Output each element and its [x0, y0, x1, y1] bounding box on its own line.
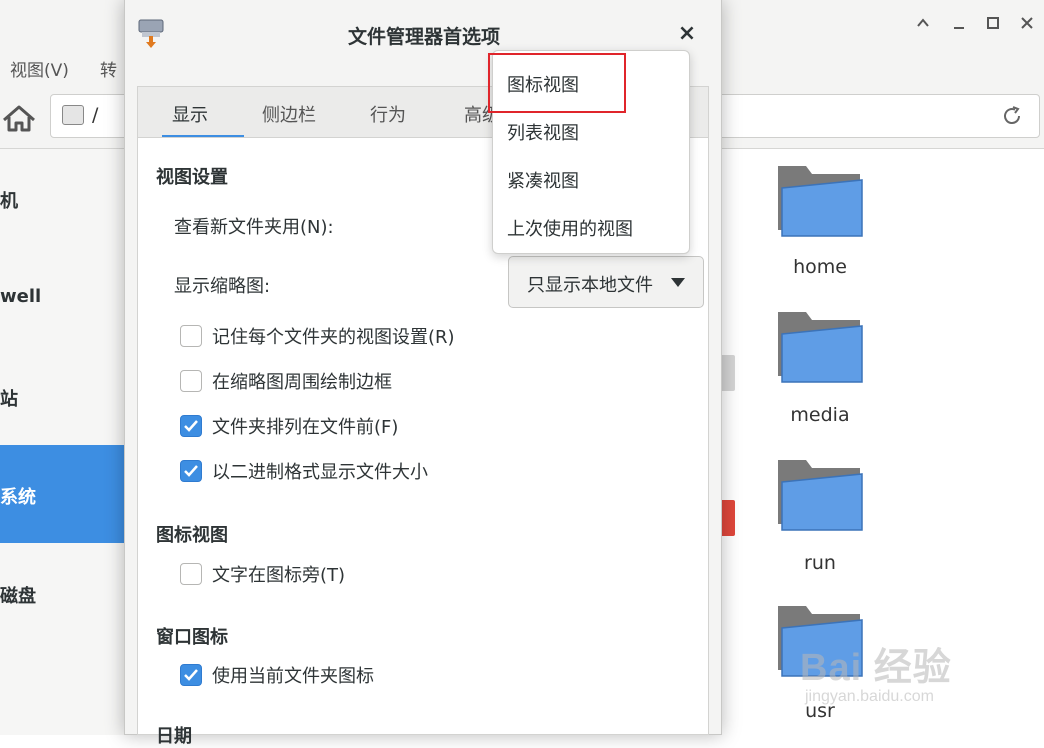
folder-item[interactable]: home — [776, 160, 866, 278]
thumbnail-dropdown[interactable]: 只显示本地文件 — [508, 256, 704, 308]
tab-sidebar[interactable]: 侧边栏 — [262, 101, 316, 127]
sidebar-item-label: 站 — [0, 389, 18, 410]
folder-label: run — [804, 552, 836, 574]
drive-icon — [62, 105, 84, 125]
sidebar-item-desktop[interactable]: 站 — [0, 347, 124, 445]
sidebar-item-user[interactable]: well — [0, 248, 124, 346]
section-date: 日期 — [156, 726, 192, 747]
tab-behavior[interactable]: 行为 — [370, 101, 406, 127]
sidebar-item-label: 磁盘 — [0, 586, 36, 607]
section-window-icon: 窗口图标 — [156, 627, 228, 648]
location-path: / — [92, 104, 99, 126]
sidebar-item-label: well — [0, 286, 42, 307]
restore-up-icon[interactable] — [908, 8, 938, 38]
checkbox-label: 在缩略图周围绘制边框 — [212, 372, 392, 393]
new-folder-view-label: 查看新文件夹用(N): — [174, 217, 334, 238]
home-icon[interactable] — [0, 96, 38, 140]
dialog-close-icon[interactable]: × — [673, 20, 701, 48]
folder-icon — [778, 460, 863, 531]
checkmark-icon — [184, 669, 198, 681]
menu-view[interactable]: 视图(V) — [10, 56, 69, 81]
annotation-highlight-box — [488, 53, 626, 113]
folder-icon — [778, 312, 863, 383]
watermark-text: Bai 经验 — [800, 647, 952, 689]
close-icon[interactable] — [1012, 8, 1042, 38]
thumbnail-label: 显示缩略图: — [174, 276, 271, 297]
folder-label: home — [793, 256, 847, 278]
refresh-icon[interactable] — [1000, 104, 1024, 128]
minimize-icon[interactable] — [944, 8, 974, 38]
checkbox-label: 记住每个文件夹的视图设置(R) — [212, 327, 455, 348]
checkbox[interactable] — [180, 563, 202, 585]
thumbnail-dropdown-value: 只显示本地文件 — [527, 275, 653, 296]
dialog-title: 文件管理器首选项 — [347, 26, 500, 48]
checkbox-label: 文字在图标旁(T) — [212, 565, 346, 586]
checkbox-label: 文件夹排列在文件前(F) — [212, 417, 399, 438]
tab-display[interactable]: 显示 — [172, 101, 208, 127]
section-icon-view: 图标视图 — [156, 525, 228, 546]
sidebar-item-label: 系统 — [0, 487, 36, 508]
dropdown-arrow-icon — [671, 278, 685, 287]
checkmark-icon — [184, 420, 198, 432]
popup-item-last-used-view[interactable]: 上次使用的视图 — [507, 215, 633, 241]
checkbox-checked[interactable] — [180, 664, 202, 686]
checkbox-checked[interactable] — [180, 460, 202, 482]
checkbox-checked[interactable] — [180, 415, 202, 437]
checkbox-label: 以二进制格式显示文件大小 — [212, 462, 428, 483]
checkbox[interactable] — [180, 325, 202, 347]
popup-item-list-view[interactable]: 列表视图 — [507, 119, 579, 145]
sidebar-item-filesystem[interactable]: 系统 — [0, 445, 124, 543]
menu-go[interactable]: 转 — [100, 56, 117, 81]
folder-item[interactable]: run — [776, 454, 866, 574]
section-view-settings: 视图设置 — [156, 167, 228, 188]
sidebar: 机 well 站 系统 磁盘 — [0, 149, 124, 735]
sidebar-item-disk[interactable]: 磁盘 — [0, 544, 124, 642]
watermark-logo: Bai 经验 jingyan.baidu.com — [800, 618, 1000, 718]
watermark-url: jingyan.baidu.com — [805, 688, 934, 705]
folder-item[interactable]: media — [776, 306, 866, 426]
maximize-icon[interactable] — [978, 8, 1008, 38]
checkmark-icon — [184, 465, 198, 477]
checkbox[interactable] — [180, 370, 202, 392]
sidebar-item-computer[interactable]: 机 — [0, 149, 124, 247]
folder-label: media — [790, 404, 850, 426]
checkbox-label: 使用当前文件夹图标 — [212, 666, 374, 687]
popup-item-compact-view[interactable]: 紧凑视图 — [507, 167, 579, 193]
sidebar-item-label: 机 — [0, 191, 18, 212]
folder-icon — [778, 166, 863, 237]
